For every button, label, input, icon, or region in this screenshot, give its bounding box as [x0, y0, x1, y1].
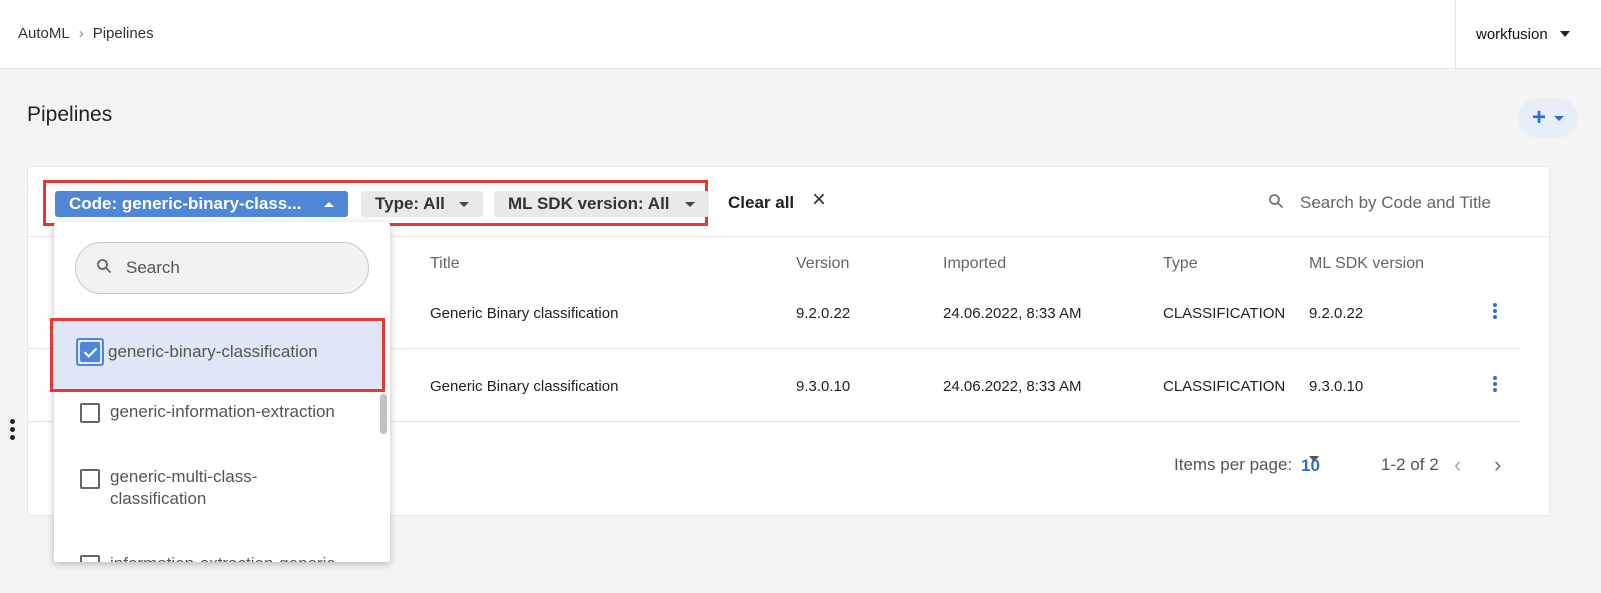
search-icon — [96, 258, 112, 279]
chevron-right-icon: › — [78, 25, 84, 42]
caret-down-icon — [1554, 115, 1564, 121]
sdk-filter-label: ML SDK version: All — [508, 194, 670, 213]
search-input[interactable] — [1300, 193, 1520, 213]
checkbox[interactable] — [80, 555, 100, 562]
code-filter-dropdown: generic-binary-classification generic-in… — [54, 222, 390, 562]
option-information-extraction-generic[interactable]: information-extraction-generic — [54, 554, 384, 562]
account-name: workfusion — [1476, 25, 1548, 43]
items-per-page-label: Items per page: — [1174, 455, 1293, 474]
option-label: generic-information-extraction — [110, 402, 335, 421]
cell-imported: 24.06.2022, 8:33 AM — [943, 378, 1082, 395]
column-header-version[interactable]: Version — [796, 255, 849, 273]
option-highlight-box — [50, 318, 385, 392]
breadcrumb-current: Pipelines — [92, 25, 154, 42]
caret-down-icon — [685, 201, 695, 207]
caret-up-icon — [324, 201, 334, 207]
cell-version: 9.2.0.22 — [796, 305, 851, 322]
caret-down-icon — [1559, 31, 1570, 37]
search-icon — [1268, 193, 1284, 214]
dropdown-search-input[interactable] — [126, 258, 346, 278]
caret-down-icon — [1309, 456, 1319, 462]
row-menu-icon[interactable] — [1491, 376, 1499, 396]
cell-title: Generic Binary classification — [430, 378, 619, 395]
checkbox[interactable] — [80, 469, 100, 489]
cell-title: Generic Binary classification — [430, 305, 619, 322]
checkbox[interactable] — [80, 403, 100, 423]
row-menu-icon[interactable] — [1491, 303, 1499, 323]
type-filter-label: Type: All — [375, 194, 445, 213]
cell-type: CLASSIFICATION — [1163, 305, 1286, 322]
clear-all-button[interactable]: Clear all — [728, 193, 794, 213]
chevron-left-icon[interactable]: ‹ — [1454, 452, 1461, 478]
add-pipeline-button[interactable]: + — [1518, 98, 1578, 138]
chevron-right-icon[interactable]: › — [1494, 452, 1501, 478]
code-filter-chip[interactable]: Code: generic-binary-class... — [55, 191, 348, 217]
cell-sdk: 9.2.0.22 — [1309, 305, 1364, 322]
caret-down-icon — [459, 201, 469, 207]
cell-version: 9.3.0.10 — [796, 378, 851, 395]
plus-icon: + — [1531, 104, 1546, 131]
option-generic-information-extraction[interactable]: generic-information-extraction — [54, 402, 384, 423]
cell-type: CLASSIFICATION — [1163, 378, 1286, 395]
column-header-sdk[interactable]: ML SDK version — [1309, 255, 1424, 273]
option-label: generic-multi-class-classification — [110, 467, 258, 508]
account-menu[interactable]: workfusion — [1455, 0, 1601, 68]
column-header-type[interactable]: Type — [1163, 255, 1198, 273]
code-filter-label: Code: generic-binary-class... — [69, 194, 302, 213]
dropdown-scrollbar[interactable] — [380, 394, 387, 434]
close-icon[interactable]: × — [812, 186, 826, 214]
column-header-imported[interactable]: Imported — [943, 255, 1006, 273]
table-search — [1268, 185, 1538, 221]
dropdown-search — [75, 242, 369, 294]
cell-sdk: 9.3.0.10 — [1309, 378, 1364, 395]
sdk-filter-chip[interactable]: ML SDK version: All — [494, 191, 709, 217]
more-vertical-icon[interactable] — [10, 419, 16, 443]
page-range: 1-2 of 2 — [1381, 455, 1439, 474]
breadcrumb: AutoML › Pipelines — [18, 25, 154, 42]
column-header-title[interactable]: Title — [430, 255, 460, 273]
cell-imported: 24.06.2022, 8:33 AM — [943, 305, 1082, 322]
option-label: information-extraction-generic — [110, 554, 335, 562]
breadcrumb-root[interactable]: AutoML — [18, 25, 70, 42]
type-filter-chip[interactable]: Type: All — [361, 191, 483, 217]
option-generic-multi-class-classification[interactable]: generic-multi-class-classification — [54, 467, 384, 510]
page-title: Pipelines — [27, 103, 113, 126]
top-bar: AutoML › Pipelines workfusion — [0, 0, 1601, 69]
